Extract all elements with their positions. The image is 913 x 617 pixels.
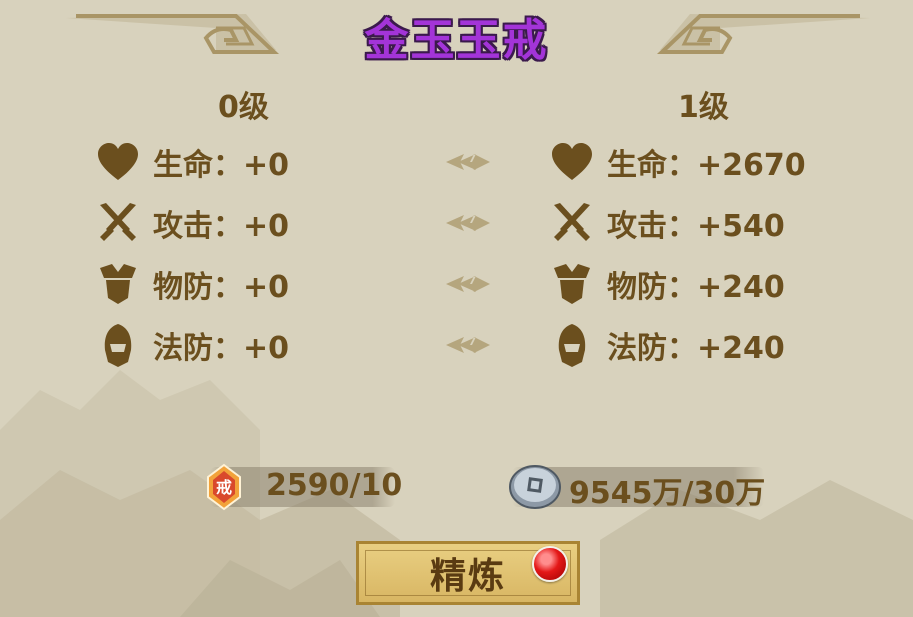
helmet-icon: [95, 322, 141, 368]
armor-icon: [95, 261, 141, 307]
item-title: 金玉玉戒: [364, 15, 549, 66]
heart-icon: [95, 139, 141, 185]
silver-count: 9545万/30万: [569, 476, 766, 511]
heart-icon: [549, 139, 595, 185]
next-level: 1级: [678, 90, 729, 125]
ring-token-count: 2590/10: [266, 468, 403, 503]
stat-row-next-pdef: 物防：+240: [549, 259, 785, 309]
stat-row-current-atk: 攻击：+0: [95, 198, 289, 248]
helmet-icon: [549, 322, 595, 368]
refine-button-label: 精炼: [429, 556, 506, 597]
stat-label: 法防：+240: [607, 331, 785, 366]
stat-row-current-mdef: 法防：+0: [95, 320, 289, 370]
current-level: 0级: [218, 90, 269, 125]
stat-label: 攻击：+0: [153, 209, 290, 244]
stat-label: 攻击：+540: [607, 209, 785, 244]
stat-row-current-hp: 生命：+0: [95, 137, 289, 187]
arrow-right-icon: [446, 337, 490, 353]
notification-dot-icon: [532, 546, 568, 582]
stat-row-next-hp: 生命：+2670: [549, 137, 806, 187]
stat-label: 生命：+2670: [607, 148, 806, 183]
stat-row-current-pdef: 物防：+0: [95, 259, 289, 309]
stat-label: 生命：+0: [153, 148, 290, 183]
stat-label: 物防：+0: [153, 270, 290, 305]
armor-icon: [549, 261, 595, 307]
svg-text:戒: 戒: [216, 478, 232, 497]
ring-token-icon: 戒: [207, 463, 241, 511]
crossed-swords-icon: [549, 200, 595, 246]
silver-coin-icon: [509, 465, 561, 509]
stat-label: 法防：+0: [153, 331, 290, 366]
stat-row-next-mdef: 法防：+240: [549, 320, 785, 370]
arrow-right-icon: [446, 276, 490, 292]
arrow-right-icon: [446, 154, 490, 170]
arrow-right-icon: [446, 215, 490, 231]
stat-label: 物防：+240: [607, 270, 785, 305]
crossed-swords-icon: [95, 200, 141, 246]
stat-row-next-atk: 攻击：+540: [549, 198, 785, 248]
